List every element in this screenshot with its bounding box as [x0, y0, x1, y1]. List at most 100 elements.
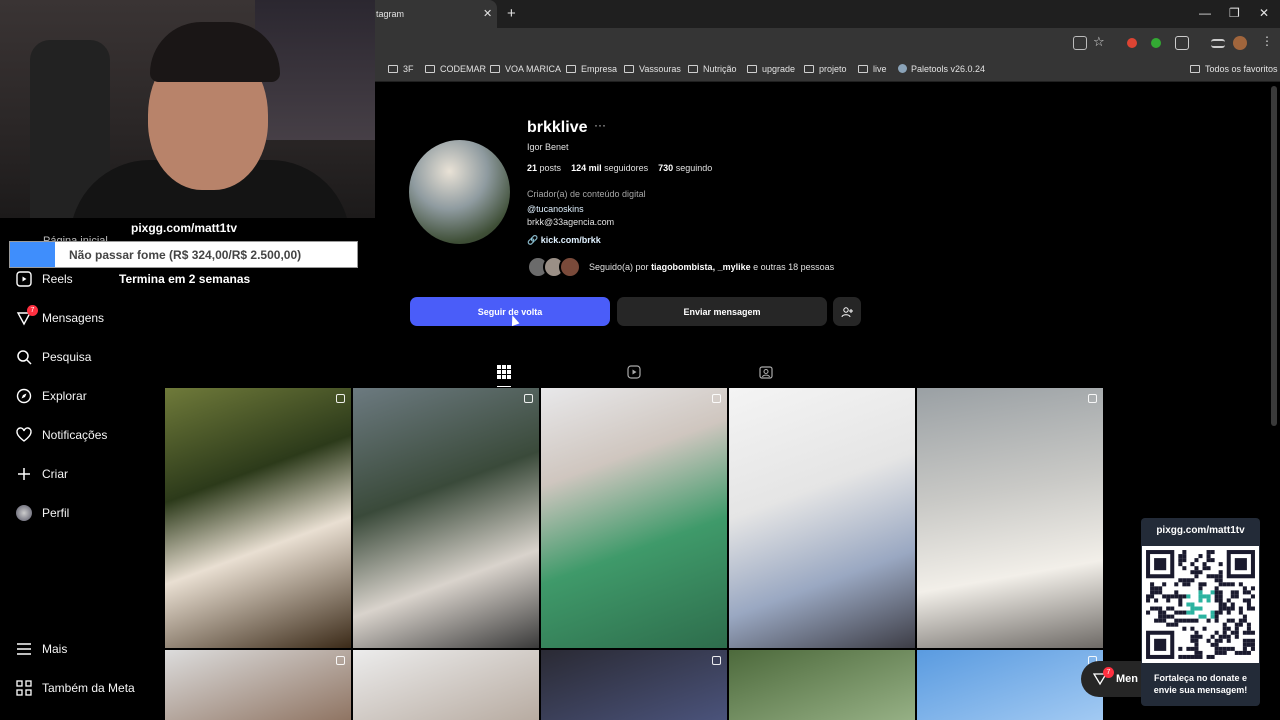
install-app-icon[interactable]	[1073, 36, 1087, 50]
profile-avatar[interactable]	[409, 140, 510, 244]
all-bookmarks-folder[interactable]: Todos os favoritos	[1190, 64, 1278, 74]
post-thumbnail[interactable]	[541, 388, 727, 648]
restore-button[interactable]: ❐	[1229, 6, 1240, 20]
browser-tab-instagram[interactable]: tagram ✕	[375, 0, 497, 28]
extension-green-icon[interactable]	[1151, 38, 1161, 48]
bookmark-link[interactable]: Paletools v26.0.24	[898, 64, 985, 74]
bookmark-folder[interactable]: Nutrição	[688, 64, 737, 74]
mutual-avatar	[559, 256, 581, 278]
bookmark-folder[interactable]: upgrade	[747, 64, 795, 74]
profile-avatar-icon[interactable]	[1233, 36, 1247, 50]
sidebar-item-messages[interactable]: 7 Mensagens	[16, 305, 105, 329]
messages-floating-button[interactable]: 7 Men	[1081, 661, 1143, 697]
sidebar-item-meta[interactable]: Também da Meta	[16, 677, 135, 699]
donation-goal-fill	[10, 242, 56, 267]
browser-menu-icon[interactable]: ⋮	[1261, 34, 1275, 48]
tab-reels-icon[interactable]	[627, 365, 641, 379]
messages-label: Men	[1116, 673, 1138, 685]
post-thumbnail[interactable]	[729, 388, 915, 648]
link-icon: 🔗	[527, 235, 539, 245]
sidebar-item-reels[interactable]: Reels	[16, 268, 73, 290]
instagram-sidebar: Reels 7 Mensagens Pesquisa Explorar Noti…	[0, 218, 165, 720]
sidebar-item-explore[interactable]: Explorar	[16, 385, 87, 407]
profile-username: brkklive	[527, 119, 588, 136]
following-count: 730	[658, 163, 674, 173]
profile-stats: 21 posts 124 mil seguidores 730 seguindo	[527, 163, 712, 173]
post-thumbnail[interactable]	[917, 388, 1103, 648]
donation-goal-deadline: Termina em 2 semanas	[119, 272, 251, 286]
mutual-followers-avatars[interactable]	[527, 256, 587, 278]
folder-icon	[1190, 65, 1200, 73]
tab-title: tagram	[376, 9, 405, 19]
new-tab-button[interactable]: +	[507, 5, 516, 22]
post-thumbnail[interactable]	[729, 650, 915, 720]
followers-label: seguidores	[604, 163, 649, 173]
sidebar-item-search[interactable]: Pesquisa	[16, 346, 91, 368]
bookmark-folder[interactable]: 3F	[388, 64, 414, 74]
bookmark-folder[interactable]: projeto	[804, 64, 847, 74]
bookmark-folder[interactable]: Empresa	[566, 64, 617, 74]
post-thumbnail[interactable]	[541, 650, 727, 720]
qr-caption: Fortaleça no donate e envie sua mensagem…	[1153, 673, 1248, 695]
profile-tabs	[165, 360, 1105, 388]
sidebar-item-profile[interactable]: Perfil	[16, 502, 69, 524]
globe-icon	[898, 64, 907, 73]
folder-icon	[804, 65, 814, 73]
extensions-puzzle-icon[interactable]	[1175, 36, 1189, 50]
sidebar-item-label: Mais	[42, 642, 68, 656]
media-control-icon[interactable]	[1211, 39, 1225, 48]
folder-icon	[858, 65, 868, 73]
sidebar-item-label: Mensagens	[42, 311, 105, 325]
qr-title: pixgg.com/matt1tv	[1156, 525, 1245, 536]
profile-options-icon[interactable]: ···	[594, 118, 606, 132]
browser-toolbar: ☆ ⋮	[375, 28, 1280, 58]
compass-icon	[16, 388, 32, 404]
page-scrollbar[interactable]	[1271, 86, 1277, 426]
webcam-overlay	[0, 0, 375, 218]
minimize-button[interactable]: —	[1199, 6, 1211, 20]
hamburger-menu-icon	[17, 643, 31, 655]
followers-count: 124 mil	[571, 163, 602, 173]
close-window-button[interactable]: ✕	[1259, 6, 1269, 20]
carousel-icon	[712, 394, 721, 403]
tab-posts-grid-icon[interactable]	[497, 365, 511, 379]
sidebar-item-more[interactable]: Mais	[16, 638, 67, 660]
post-thumbnail[interactable]	[353, 388, 539, 648]
profile-external-link[interactable]: 🔗 kick.com/brkk	[527, 235, 601, 246]
tab-tagged-icon[interactable]	[759, 365, 773, 379]
bookmark-folder[interactable]: live	[858, 64, 887, 74]
tab-close-icon[interactable]: ✕	[483, 7, 492, 20]
posts-count: 21	[527, 163, 538, 173]
following-link[interactable]: 730 seguindo	[658, 163, 712, 173]
messenger-icon: 7	[16, 305, 38, 326]
profile-avatar-icon	[16, 505, 32, 521]
posts-grid	[165, 388, 1105, 720]
posts-label: posts	[539, 163, 562, 173]
pix-url-label: pixgg.com/matt1tv	[131, 221, 238, 235]
bookmark-folder[interactable]: CODEMAR	[425, 64, 486, 74]
browser-tabbar: tagram ✕ + — ❐ ✕	[375, 0, 1280, 28]
sidebar-item-notifications[interactable]: Notificações	[16, 424, 107, 446]
send-message-button[interactable]: Enviar mensagem	[617, 297, 827, 326]
post-thumbnail[interactable]	[165, 388, 351, 648]
suggest-user-button[interactable]	[833, 297, 861, 326]
bookmark-folder[interactable]: Vassouras	[624, 64, 681, 74]
profile-category: Criador(a) de conteúdo digital	[527, 189, 646, 199]
sidebar-item-label: Explorar	[42, 389, 87, 403]
extension-red-icon[interactable]	[1127, 38, 1137, 48]
sidebar-item-label: Criar	[42, 467, 68, 481]
sidebar-item-label: Também da Meta	[42, 681, 135, 695]
followers-link[interactable]: 124 mil seguidores	[571, 163, 648, 173]
carousel-icon	[712, 656, 721, 665]
post-thumbnail[interactable]	[165, 650, 351, 720]
post-thumbnail[interactable]	[353, 650, 539, 720]
bookmark-folder[interactable]: VOA MARICA	[490, 64, 561, 74]
folder-icon	[566, 65, 576, 73]
bookmark-star-icon[interactable]: ☆	[1093, 34, 1107, 49]
profile-email: brkk@33agencia.com	[527, 217, 615, 227]
post-thumbnail[interactable]	[917, 650, 1103, 720]
profile-mention-link[interactable]: @tucanoskins	[527, 204, 584, 214]
mutual-followers-text[interactable]: Seguido(a) por tiagobombista, _mylike e …	[589, 262, 834, 272]
sidebar-item-create[interactable]: Criar	[16, 463, 68, 485]
search-icon	[17, 350, 32, 365]
